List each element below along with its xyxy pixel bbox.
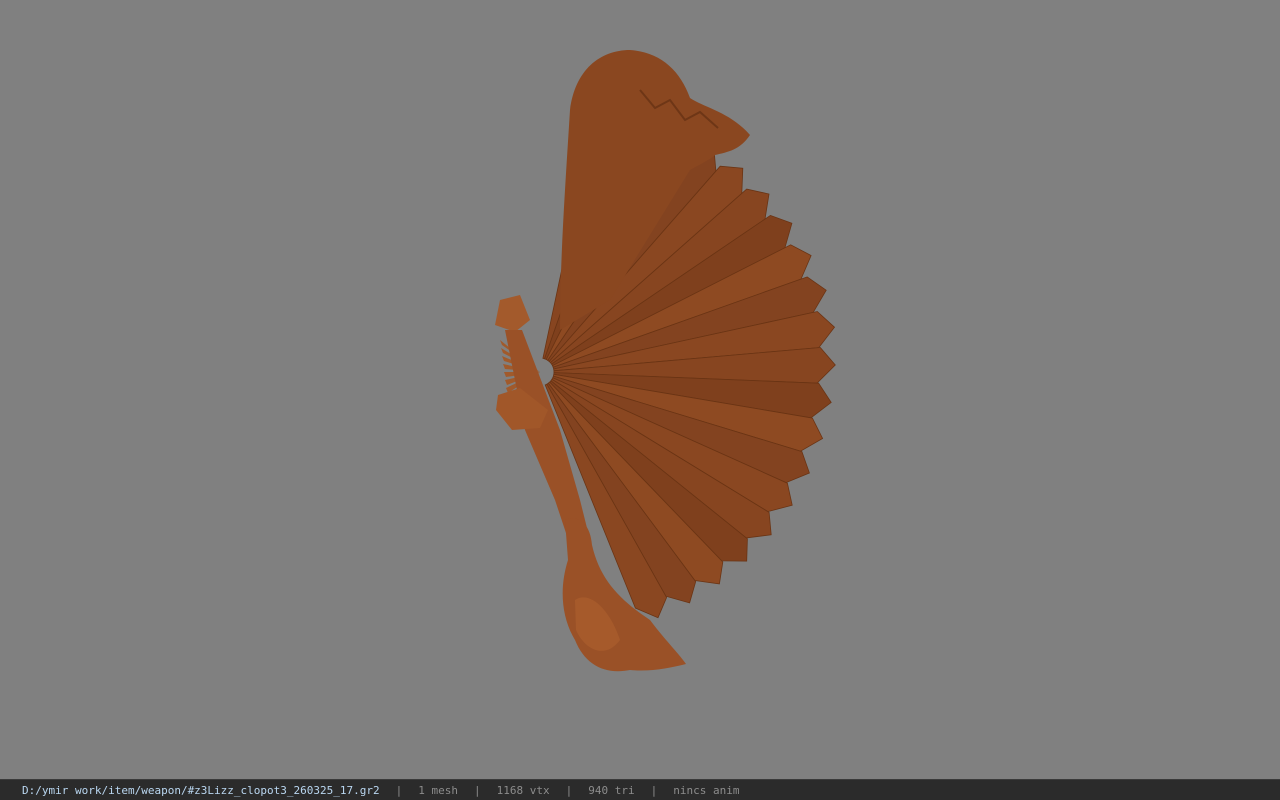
triangle-count: 940 tri (588, 783, 635, 797)
status-separator: | (565, 783, 573, 797)
mesh-count: 1 mesh (418, 783, 458, 797)
file-path: D:/ymir work/item/weapon/#z3Lizz_clopot3… (22, 783, 380, 797)
vertex-count: 1168 vtx (496, 783, 550, 797)
status-separator: | (650, 783, 658, 797)
status-separator: | (395, 783, 403, 797)
status-bar: D:/ymir work/item/weapon/#z3Lizz_clopot3… (0, 779, 1280, 800)
anim-status: nincs anim (673, 783, 740, 797)
status-separator: | (474, 783, 481, 797)
fan-model (495, 50, 836, 672)
3d-viewport[interactable] (0, 0, 1280, 779)
